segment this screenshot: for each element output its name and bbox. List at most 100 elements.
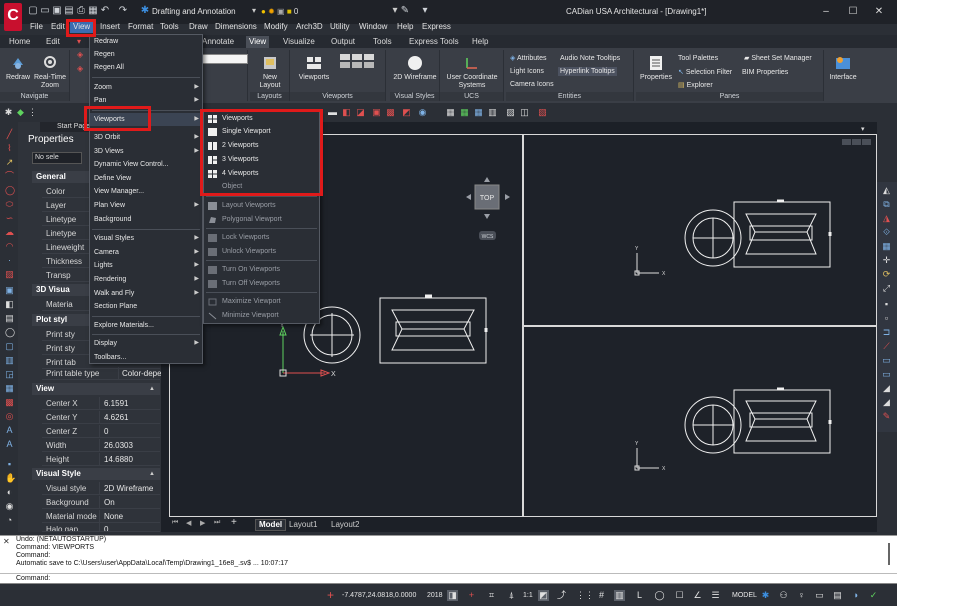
gradient-tool-icon[interactable]: ▦ — [5, 384, 14, 393]
snap-icon[interactable]: ✱ — [4, 108, 13, 117]
collapse-caret-icon[interactable]: ▲ — [149, 468, 155, 480]
user-coordinate-systems-button[interactable]: User Coordinate Systems — [442, 54, 502, 90]
selection-filter-button[interactable]: ↖ Selection Filter — [678, 68, 732, 77]
menu-insert[interactable]: Insert — [100, 21, 120, 33]
workspace-dropdown-caret-icon[interactable]: ▾ — [252, 6, 256, 15]
text-a-tool-icon[interactable]: A — [5, 426, 14, 435]
menu-file[interactable]: File — [30, 21, 43, 33]
tab-edit[interactable]: Edit — [43, 36, 63, 48]
menu-help[interactable]: Help — [397, 21, 413, 33]
menu-item-regen-all[interactable]: Regen All — [90, 61, 202, 74]
fillet-icon[interactable]: ◢ — [882, 384, 891, 393]
viewport-scale-icon[interactable] — [364, 54, 374, 60]
viewport-menu-caret-icon[interactable]: ▾ — [861, 125, 865, 133]
explode-icon[interactable]: ✎ — [882, 412, 891, 421]
add-layout-icon[interactable]: + — [231, 517, 237, 528]
spline-tool-icon[interactable]: ∽ — [5, 214, 14, 223]
save-icon[interactable]: ▣ — [52, 6, 62, 16]
plot-preview-icon[interactable]: ▦ — [88, 6, 98, 16]
submenu-item-polygonal-viewport[interactable]: Polygonal Viewport — [204, 213, 319, 226]
tab-annotate[interactable]: Annotate — [199, 36, 237, 48]
annotation-scale-combo[interactable] — [202, 54, 248, 64]
extend-icon[interactable]: ⊐ — [882, 328, 891, 337]
interface-button[interactable]: Interface — [828, 54, 858, 82]
menu-item-toolbars[interactable]: Toolbars... — [90, 351, 202, 364]
prev-layout-icon[interactable]: ◀ — [186, 519, 191, 527]
menu-modify[interactable]: Modify — [264, 21, 288, 33]
properties-status-icon[interactable]: ◑ — [850, 590, 861, 601]
save-as-icon[interactable]: ▤ — [64, 6, 74, 16]
close-icon[interactable]: ✕ — [871, 5, 887, 19]
point-tool-icon[interactable]: · — [5, 256, 14, 265]
menu-item-define-view[interactable]: Define View — [90, 172, 202, 185]
camera-icons-toggle[interactable]: Camera Icons — [510, 80, 554, 89]
menu-express[interactable]: Express — [422, 21, 451, 33]
workspace-switch-icon[interactable]: ◩ — [538, 590, 549, 601]
status-ok-icon[interactable]: ✓ — [868, 590, 879, 601]
text-b-tool-icon[interactable]: A — [5, 440, 14, 449]
menu-dimensions[interactable]: Dimensions — [215, 21, 257, 33]
attributes-toggle[interactable]: ◈ Attributes — [510, 54, 547, 63]
wipeout-tool-icon[interactable]: ▢ — [5, 342, 14, 351]
submenu-item-viewports[interactable]: Viewports — [204, 112, 319, 125]
blend-icon[interactable]: ◢ — [882, 398, 891, 407]
menu-item-3d-views[interactable]: 3D Views ▶ — [90, 145, 202, 158]
tab-layout1[interactable]: Layout1 — [289, 519, 317, 530]
tab-help[interactable]: Help — [469, 36, 491, 48]
camera-tool-icon[interactable]: ◔ — [5, 516, 14, 525]
array-icon[interactable]: ▦ — [882, 242, 891, 251]
polyline-tool-icon[interactable]: ⌇ — [5, 144, 14, 153]
menu-item-zoom[interactable]: Zoom ▶ — [90, 81, 202, 94]
submenu-item-unlock-viewports[interactable]: Unlock Viewports — [204, 245, 319, 258]
line-tool-icon[interactable]: ╱ — [5, 130, 14, 139]
layer-combo[interactable]: ● ✹ ▣ ■ 0 — [261, 5, 391, 18]
tool-palettes-button[interactable]: Tool Palettes — [678, 54, 718, 63]
submenu-item-turn-off-viewports[interactable]: Turn Off Viewports — [204, 277, 319, 290]
toolbar-tool-c-icon[interactable]: ◪ — [356, 108, 365, 117]
break-icon[interactable]: ⟋ — [882, 342, 891, 351]
menu-format[interactable]: Format — [128, 21, 153, 33]
isolate-icon[interactable]: ⤴ — [556, 590, 567, 601]
layout-icon[interactable]: ▤ — [832, 590, 843, 601]
menu-view[interactable]: View — [70, 21, 94, 33]
user-icon[interactable]: ♀ — [796, 590, 807, 601]
menu-item-redraw[interactable]: Redraw — [90, 35, 202, 48]
command-line-input[interactable]: Command: — [0, 573, 897, 584]
tab-express-tools[interactable]: Express Tools — [406, 36, 462, 48]
table-tool-icon[interactable]: ▤ — [5, 314, 14, 323]
submenu-item-object[interactable]: Object — [204, 180, 319, 193]
tab-model[interactable]: Model — [255, 519, 287, 531]
toolbar-tool-l-icon[interactable]: ▨ — [506, 108, 515, 117]
submenu-item-layout-viewports[interactable]: Layout Viewports — [204, 199, 319, 212]
menu-item-rendering[interactable]: Rendering ▶ — [90, 273, 202, 286]
move-icon[interactable]: ✛ — [882, 256, 891, 265]
viewport-join-icon[interactable] — [340, 54, 350, 60]
collapse-caret-icon[interactable]: ▲ — [149, 383, 155, 395]
offset-icon[interactable]: ⟐ — [882, 228, 891, 237]
redo-icon[interactable]: ↷ — [118, 6, 128, 16]
annotation-monitor-icon[interactable]: ◨ — [447, 590, 458, 601]
point-b-tool-icon[interactable]: ▪ — [5, 460, 14, 469]
realtime-zoom-button[interactable]: Real-Time Zoom — [32, 54, 68, 90]
prop-row[interactable]: Center Z 0 — [42, 425, 160, 438]
submenu-item-3-viewports[interactable]: 3 Viewports — [204, 153, 319, 166]
chamfer-icon[interactable]: ▭ — [882, 370, 891, 379]
menu-item-3d-orbit[interactable]: 3D Orbit ▶ — [90, 131, 202, 144]
match-properties-icon[interactable]: ✎ — [400, 6, 410, 16]
properties-pane-button[interactable]: Properties — [638, 54, 674, 82]
wireframe-button[interactable]: 2D Wireframe — [392, 54, 438, 82]
hatch-tool-icon[interactable]: ▨ — [5, 270, 14, 279]
insert-tool-icon[interactable]: ◧ — [5, 300, 14, 309]
toolbar-tool-i-icon[interactable]: ▦ — [460, 108, 469, 117]
arc2-tool-icon[interactable]: ◠ — [5, 242, 14, 251]
workspace-selector[interactable]: Drafting and Annotation — [152, 7, 236, 16]
new-layout-button[interactable]: New Layout — [252, 54, 288, 90]
grid-display-icon[interactable]: # — [596, 590, 607, 601]
viewports-ribbon-button[interactable]: Viewports — [292, 54, 336, 82]
tab-output[interactable]: Output — [328, 36, 358, 48]
grid-icon[interactable]: ⋮ — [28, 108, 37, 117]
dynamic-ucs-icon[interactable]: ∠ — [692, 590, 703, 601]
osnap-status-icon[interactable]: ◯ — [654, 590, 665, 601]
rotate-icon[interactable]: ⟳ — [882, 270, 891, 279]
menu-item-walk-and-fly[interactable]: Walk and Fly ▶ — [90, 287, 202, 300]
